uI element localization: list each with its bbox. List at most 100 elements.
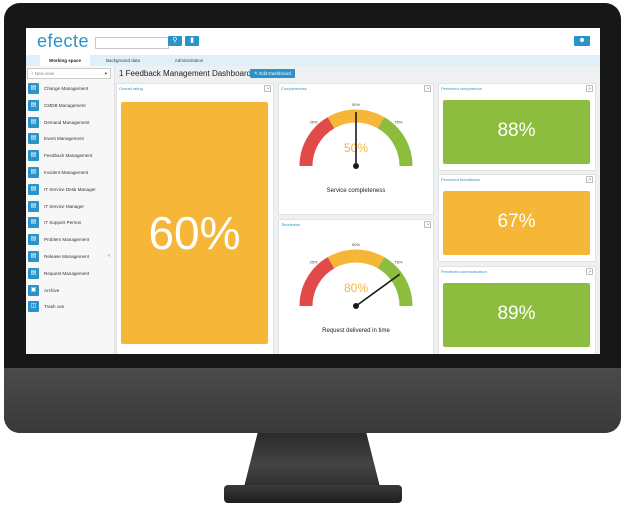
sidebar-item-label: Change Management	[44, 86, 89, 91]
communication-value: 89%	[497, 303, 536, 324]
sidebar-item[interactable]: ▤ IT Service Manager	[27, 199, 113, 214]
sidebar-item-label: Release Management	[44, 254, 89, 259]
panel-title: Timeliness	[281, 222, 300, 227]
sidebar-item[interactable]: ▤ Incident Management	[27, 165, 113, 180]
sidebar-item-label: IT Service Desk Manager	[44, 186, 96, 192]
user-icon: ☻	[578, 37, 586, 44]
new-view-dropdown[interactable]: + New view ▾	[27, 68, 111, 79]
folder-icon: ▤	[28, 167, 39, 178]
sidebar-item-label: CMDB Management	[44, 102, 86, 108]
expand-icon[interactable]: ↗	[424, 221, 431, 228]
search-input[interactable]	[95, 37, 169, 49]
chevron-down-icon: ▾	[104, 71, 107, 76]
chevron-left-icon[interactable]: ‹	[108, 253, 110, 259]
folder-icon: ▤	[28, 83, 39, 94]
folder-icon: ▤	[28, 133, 39, 145]
panel-perceived-competence: Perceived competence ↗ 88%	[438, 83, 596, 171]
monitor-base	[224, 485, 402, 503]
sidebar-item[interactable]: ▤ IT Support Person	[27, 215, 113, 230]
monitor-chin	[4, 368, 621, 433]
gauge-tick-label: 25%	[310, 260, 318, 265]
sidebar-item-label: Feedback Management	[44, 153, 93, 159]
sidebar-item-label: IT Service Manager	[44, 203, 85, 209]
folder-icon: ▤	[28, 99, 39, 111]
sidebar-item[interactable]: ▤ IT Service Desk Manager	[27, 182, 113, 197]
gauge-band	[377, 117, 413, 167]
sidebar-item-label: Demand Management	[44, 119, 90, 125]
sidebar-item[interactable]: ▤ Release Management	[27, 249, 113, 264]
sidebar-item-label: Request Management	[44, 270, 90, 276]
panel-title: Perceived competence	[441, 86, 482, 91]
folder-icon: ▤	[28, 234, 39, 246]
sidebar-item[interactable]: ▣ Archive	[27, 283, 113, 298]
monitor-stand	[244, 433, 380, 487]
tab-working-space[interactable]: Working space	[40, 55, 90, 66]
tab-administration[interactable]: Administration	[164, 55, 214, 66]
gauge-tick-label: 25%	[310, 120, 318, 125]
app-screen: efecte ⚲ ▮ ☻ Working space Background da…	[26, 28, 600, 354]
gauge-hub	[353, 303, 359, 309]
edit-dashboard-button[interactable]: ✎ Edit Dashboard	[250, 69, 295, 78]
folder-icon: ▤	[28, 116, 39, 128]
friendliness-tile: 67%	[443, 191, 590, 255]
panel-title: Overall rating	[119, 86, 143, 91]
page-title: 1 Feedback Management Dashboard	[119, 69, 252, 78]
panel-title: Perceived communication	[441, 269, 487, 274]
expand-icon[interactable]: ↗	[264, 85, 271, 92]
gauge-hub	[353, 163, 359, 169]
expand-icon[interactable]: ↗	[586, 85, 593, 92]
sidebar-item[interactable]: ▤ Change Management	[27, 81, 113, 96]
folder-icon: ▤	[28, 150, 39, 162]
dashboard-header: 1 Feedback Management Dashboard ✎ Edit D…	[114, 66, 600, 81]
sidebar-item-label: Trash can	[44, 304, 65, 310]
sidebar-item[interactable]: ▤ Demand Management	[27, 115, 113, 130]
sidebar-item-label: IT Support Person	[44, 220, 82, 226]
sidebar: + New view ▾ ▤ Change Management ▤ CMDB Man…	[26, 66, 115, 354]
gauge-tick-label: 50%	[352, 242, 360, 247]
new-view-label: + New view	[31, 71, 55, 76]
folder-icon: ▤	[28, 217, 39, 229]
panel-timeliness: Timeliness ↗ 25% 50% 75% 80% Request delive…	[278, 219, 434, 354]
overall-rating-value: 60%	[148, 207, 241, 259]
search-button[interactable]: ⚲	[168, 36, 182, 46]
competence-tile: 88%	[443, 100, 590, 164]
folder-icon: ▤	[28, 267, 39, 279]
panel-perceived-friendliness: Perceived friendliness ↗ 67%	[438, 174, 596, 262]
gauge-caption: Service completeness	[326, 188, 386, 194]
tab-background-data[interactable]: Background data	[98, 55, 148, 66]
filter-button[interactable]: ▮	[185, 36, 199, 46]
sidebar-item[interactable]: ▤ Feedback Management	[27, 148, 113, 163]
archive-icon: ▣	[28, 284, 39, 296]
sidebar-item[interactable]: ▤ Event Management	[27, 131, 113, 146]
sidebar-item[interactable]: ◫ Trash can	[27, 299, 113, 314]
gauge-value: 80%	[344, 281, 368, 295]
gauge-tick-label: 75%	[394, 120, 402, 125]
gauge-tick-label: 50%	[352, 102, 360, 107]
sidebar-item[interactable]: ▤ Request Management	[27, 266, 113, 281]
sidebar-item-label: Problem Management	[44, 237, 90, 243]
pencil-icon: ✎	[254, 71, 258, 76]
expand-icon[interactable]: ↗	[586, 176, 593, 183]
expand-icon[interactable]: ↗	[586, 268, 593, 275]
expand-icon[interactable]: ↗	[424, 85, 431, 92]
panel-perceived-communication: Perceived communication ↗ 89%	[438, 266, 596, 354]
sidebar-item[interactable]: ▤ CMDB Management	[27, 98, 113, 113]
folder-icon: ▤	[28, 251, 39, 262]
gauge-band	[299, 257, 335, 307]
sidebar-item-label: Event Management	[44, 136, 84, 142]
trash-icon: ◫	[28, 301, 39, 313]
panel-title: Completeness	[281, 86, 307, 91]
panel-completeness: Completeness ↗ 25% 50% 75% 50% Service comp…	[278, 83, 434, 215]
gauge-tick-label: 75%	[394, 260, 402, 265]
panel-overall-rating: Overall rating ↗ 60%	[116, 83, 274, 354]
filter-icon: ▮	[190, 37, 194, 44]
sidebar-item[interactable]: ▤ Problem Management	[27, 232, 113, 247]
competence-value: 88%	[497, 120, 536, 141]
folder-icon: ▤	[28, 200, 39, 212]
search-icon: ⚲	[172, 37, 178, 44]
user-menu-button[interactable]: ☻	[574, 36, 590, 46]
panel-title: Perceived friendliness	[441, 177, 481, 182]
sidebar-item-label: Archive	[44, 287, 60, 293]
gauge-caption: Request delivered in time	[322, 328, 390, 334]
folder-icon: ▤	[28, 183, 39, 195]
